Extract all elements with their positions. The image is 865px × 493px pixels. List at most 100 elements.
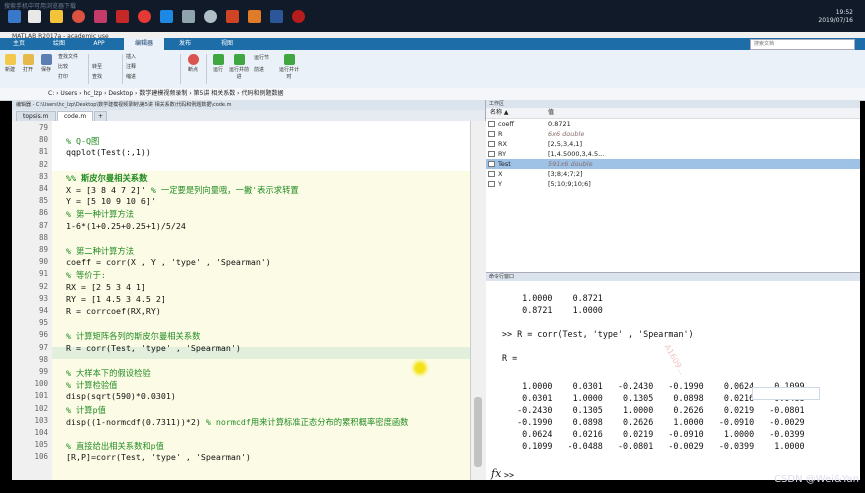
code-line[interactable]: disp(sqrt(590)*0.0301)	[66, 391, 176, 401]
app-icon-4[interactable]	[182, 10, 195, 23]
command-window[interactable]: 命令行窗口 1.0000 0.8721 0.8721 1.0000 >> R = …	[486, 272, 860, 483]
app-icon-1[interactable]	[94, 10, 107, 23]
file-icon[interactable]	[28, 10, 41, 23]
code-line[interactable]: qqplot(Test(:,1))	[66, 147, 151, 157]
matlab-icon[interactable]	[248, 10, 261, 23]
code-line[interactable]: 1-6*(1+0.25+0.25+1)/5/24	[66, 221, 186, 231]
code-line[interactable]: [R,P]=corr(Test, 'type' , 'Spearman')	[66, 452, 251, 462]
line-number: 96	[38, 330, 48, 340]
code-line[interactable]: R = corr(Test, 'type' , 'Spearman')	[66, 343, 241, 353]
variable-value: 591x6 double	[548, 160, 593, 168]
new-button[interactable]: 新建	[2, 54, 18, 73]
editor-header: 编辑器 - C:\Users\hc_lzp\Desktop\数学建模视频录制\第…	[12, 100, 485, 110]
chrome-icon[interactable]	[72, 10, 85, 23]
tab-editor[interactable]: 编辑器	[124, 38, 164, 50]
goto-button[interactable]: 转至	[92, 63, 112, 70]
code-line[interactable]: % 直接给出相关系数和p值	[66, 440, 164, 452]
app-icon-3[interactable]	[160, 10, 173, 23]
code-line[interactable]: RY = [1 4.5 3 4.5 2]	[66, 294, 166, 304]
run-advance-button[interactable]: 运行并前进	[228, 54, 250, 80]
code-line[interactable]: % 计算p值	[66, 404, 106, 416]
bottom-status-strip	[12, 480, 860, 493]
variable-name: coeff	[498, 120, 515, 128]
code-line[interactable]: Y = [5 10 9 10 6]'	[66, 196, 156, 206]
line-number: 95	[38, 318, 48, 328]
editor-vertical-scrollbar[interactable]	[470, 121, 486, 480]
workspace-variable-row[interactable]: Test 591x6 double	[486, 159, 860, 169]
command-prompt[interactable]: >>	[504, 470, 514, 480]
workspace-variable-row[interactable]: RY [1,4.5000,3,4.5...	[486, 149, 860, 159]
code-line[interactable]: % Q-Q图	[66, 135, 99, 147]
open-folder-icon	[22, 54, 34, 65]
tab-publish[interactable]: 发布	[170, 38, 200, 50]
current-folder-path[interactable]: C: › Users › hc_lzp › Desktop › 数学建模视频录制…	[48, 88, 284, 100]
tab-view[interactable]: 视图	[212, 38, 242, 50]
workspace-variable-row[interactable]: RX [2,5,3,4,1]	[486, 139, 860, 149]
code-line[interactable]: %% 斯皮尔曼相关系数	[66, 172, 147, 184]
app-icon-5[interactable]	[204, 10, 217, 23]
workspace-variable-row[interactable]: R 6x6 double	[486, 129, 860, 139]
pdf-icon[interactable]	[116, 10, 129, 23]
code-line[interactable]: % 计算检验值	[66, 379, 117, 391]
code-line[interactable]: disp((1-normcdf(0.7311))*2) % normcdf用来计…	[66, 416, 408, 428]
breakpoints-button[interactable]: 断点	[184, 54, 202, 73]
find-button[interactable]: 查找	[92, 73, 112, 80]
variable-name: RY	[498, 150, 507, 158]
insert-button[interactable]: 插入	[126, 53, 146, 60]
workspace-variable-row[interactable]: X [3;8;4;7;2]	[486, 169, 860, 179]
code-text: %% 斯皮尔曼相关系数	[66, 172, 148, 183]
ribbon-tabs: 主页 绘图 APP 编辑器 发布 视图 搜索文档	[0, 38, 865, 50]
inline-comment: % 一定要是列向量哦，一撇'表示求转置	[145, 185, 299, 195]
print-button[interactable]: 打印	[58, 73, 84, 80]
code-line[interactable]: coeff = corr(X , Y , 'type' , 'Spearman'…	[66, 257, 271, 267]
variable-icon	[488, 121, 495, 127]
indent-button[interactable]: 缩进	[126, 73, 146, 80]
record-icon[interactable]	[292, 10, 305, 23]
tab-plots[interactable]: 绘图	[44, 38, 74, 50]
variable-icon	[488, 181, 495, 187]
toolbar-divider	[88, 54, 89, 84]
line-number: 88	[38, 232, 48, 242]
find-files-button[interactable]: 查找文件	[58, 53, 84, 60]
save-icon	[40, 54, 52, 65]
run-button[interactable]: 运行	[210, 54, 226, 73]
save-button[interactable]: 保存	[38, 54, 54, 73]
tab-apps[interactable]: APP	[84, 38, 114, 50]
compare-button[interactable]: 比较	[58, 63, 84, 70]
breakpoint-icon	[187, 54, 199, 65]
workspace-column-header: 名称 ▲ 值	[486, 108, 860, 119]
folder-icon[interactable]	[50, 10, 63, 23]
windows-start-icon[interactable]	[8, 10, 21, 23]
column-value-header[interactable]: 值	[548, 108, 554, 118]
column-name-header[interactable]: 名称 ▲	[490, 108, 509, 118]
code-line[interactable]: R = corrcoef(RX,RY)	[66, 306, 161, 316]
code-text: RX = [2 5 3 4 1]	[66, 281, 146, 292]
code-line[interactable]: % 大样本下的假设检验	[66, 367, 151, 379]
code-area[interactable]: % Q-Q图 qqplot(Test(:,1)) %% 斯皮尔曼相关系数 X = [3…	[52, 121, 470, 480]
code-line[interactable]: % 第一种计算方法	[66, 208, 134, 220]
code-line[interactable]: RX = [2 5 3 4 1]	[66, 282, 146, 292]
search-documentation-input[interactable]: 搜索文档	[750, 39, 855, 50]
run-section-button[interactable]: 运行节	[254, 54, 274, 61]
code-line[interactable]: % 第二种计算方法	[66, 245, 134, 257]
code-text: % 计算矩阵各列的斯皮尔曼相关系数	[66, 331, 201, 342]
word-icon[interactable]	[270, 10, 283, 23]
workspace-variable-row[interactable]: Y [5;10;9;10;6]	[486, 179, 860, 189]
tab-home[interactable]: 主页	[4, 38, 34, 50]
workspace-variable-row[interactable]: coeff 0.8721	[486, 119, 860, 129]
code-line[interactable]: X = [3 8 4 7 2]' % 一定要是列向量哦，一撇'表示求转置	[66, 184, 299, 196]
scrollbar-thumb[interactable]	[474, 397, 482, 467]
comment-button[interactable]: 注释	[126, 63, 146, 70]
open-button[interactable]: 打开	[20, 54, 36, 73]
powerpoint-icon[interactable]	[226, 10, 239, 23]
code-line[interactable]: % 等价于:	[66, 269, 106, 281]
floating-ime-toolbar[interactable]	[752, 387, 820, 400]
advance-button[interactable]: 前进	[254, 66, 274, 73]
line-number: 90	[38, 257, 48, 267]
variable-value: [3;8;4;7;2]	[548, 170, 583, 178]
code-line[interactable]: % 计算矩阵各列的斯皮尔曼相关系数	[66, 330, 200, 342]
run-time-button[interactable]: 运行并计时	[278, 54, 300, 80]
line-number: 91	[38, 269, 48, 279]
app-icon-2[interactable]	[138, 10, 151, 23]
variable-name: Y	[498, 180, 502, 188]
